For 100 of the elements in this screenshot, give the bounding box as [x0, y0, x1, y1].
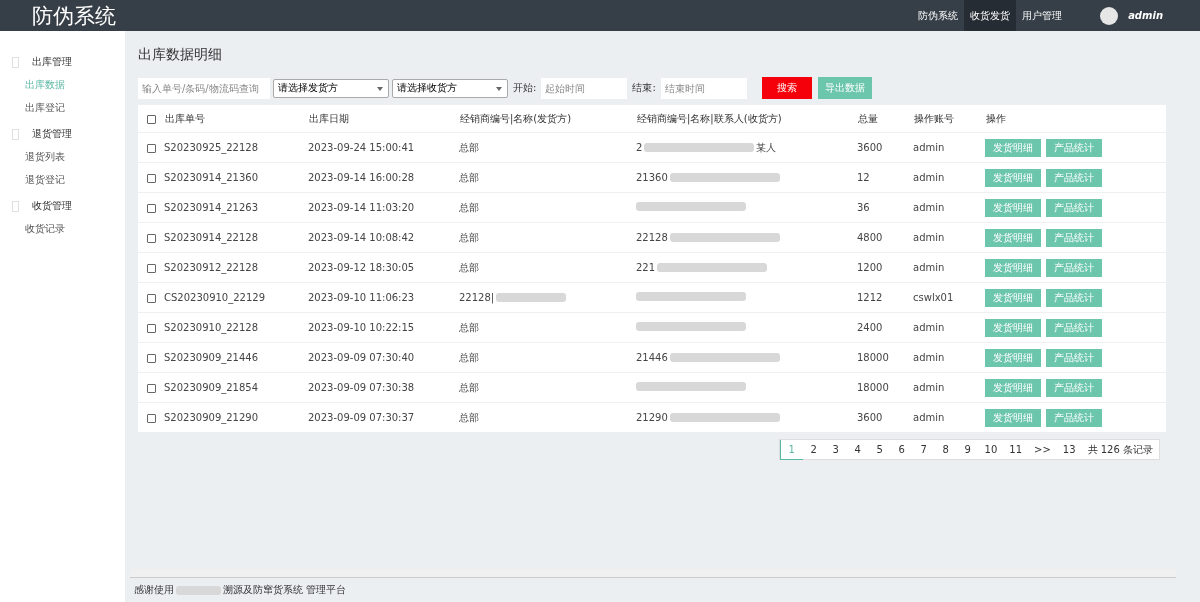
search-field[interactable]: 输入单号/条码/物流码查询: [138, 77, 270, 99]
page-link[interactable]: 8: [934, 440, 957, 459]
row-checkbox[interactable]: [146, 263, 156, 273]
page-link[interactable]: 3: [824, 440, 847, 459]
table-cell: 总部: [459, 200, 479, 215]
table-cell: 总部: [459, 320, 479, 335]
table-cell: S20230909_21854: [164, 372, 308, 403]
table-cell: S20230909_21446: [164, 342, 308, 373]
end-date-field[interactable]: 结束时间: [660, 77, 747, 99]
table-cell: 18000: [857, 372, 913, 403]
row-checkbox[interactable]: [146, 383, 156, 393]
horizontal-scrollbar[interactable]: [130, 569, 1176, 578]
table-cell: CS20230910_22129: [164, 282, 308, 313]
table-cell: 22128: [636, 232, 668, 243]
page-title: 出库数据明细: [138, 46, 223, 64]
page-link[interactable]: 2: [802, 440, 825, 459]
row-checkbox[interactable]: [146, 323, 156, 333]
sidebar-item[interactable]: 退货登记: [25, 172, 125, 187]
table-cell: 2023-09-10 11:06:23: [308, 282, 459, 313]
table-cell: 总部: [459, 230, 479, 245]
table-cell: 36: [857, 192, 913, 223]
table-cell: 2400: [857, 312, 913, 343]
receiver-select[interactable]: 请选择收货方: [392, 78, 508, 98]
column-header: 操作: [985, 105, 1166, 133]
page-link[interactable]: 7: [912, 440, 935, 459]
column-header: 经销商编号|名称|联系人(收货方): [636, 105, 857, 133]
sender-select[interactable]: 请选择发货方: [273, 78, 389, 98]
row-checkbox[interactable]: [146, 143, 156, 153]
table-cell: 3600: [857, 132, 913, 163]
column-header: 出库单号: [164, 105, 308, 133]
page-link[interactable]: 6: [890, 440, 913, 459]
sidebar-group[interactable]: 退货管理: [32, 127, 72, 141]
table-cell: 2023-09-14 16:00:28: [308, 162, 459, 193]
table-cell: 2: [636, 142, 643, 153]
table-cell: 12: [857, 162, 913, 193]
table-cell: 某人: [756, 140, 777, 155]
table-cell: 2023-09-10 10:22:15: [308, 312, 459, 343]
table-cell: 21290: [636, 412, 668, 423]
table-cell: 总部: [459, 260, 479, 275]
list-icon: [12, 128, 19, 140]
table-cell: 总部: [459, 170, 479, 185]
page-link[interactable]: 4: [846, 440, 869, 459]
row-checkbox[interactable]: [146, 413, 156, 423]
table-cell: 2023-09-09 07:30:37: [308, 402, 459, 432]
footer-text: 感谢使用: [134, 583, 174, 597]
search-button[interactable]: 搜索: [761, 77, 812, 99]
row-checkbox[interactable]: [146, 353, 156, 363]
table-cell: 18000: [857, 342, 913, 373]
page-link[interactable]: 10: [978, 440, 1004, 459]
sidebar-group[interactable]: 收货管理: [32, 199, 72, 213]
table-cell: S20230909_21290: [164, 402, 308, 432]
table-cell: 总部: [459, 350, 479, 365]
table-cell: 221: [636, 262, 656, 273]
start-date-field[interactable]: 起始时间: [541, 77, 628, 99]
sidebar-item[interactable]: 退货列表: [25, 149, 125, 164]
table-cell: 1212: [857, 282, 913, 313]
table-cell: 2023-09-24 15:00:41: [308, 132, 459, 163]
avatar-icon[interactable]: [1100, 6, 1119, 25]
table-cell: 总部: [459, 410, 479, 425]
app-title: 防伪系统: [32, 2, 117, 30]
footer-text: 溯源及防窜货系统 管理平台: [223, 583, 347, 597]
column-header: 经销商编号|名称(发货方): [459, 105, 636, 133]
table-cell: 21360: [636, 172, 668, 183]
end-label: 结束:: [632, 81, 656, 95]
table-cell: S20230914_21263: [164, 192, 308, 223]
select-all-checkbox[interactable]: [146, 114, 156, 124]
row-checkbox[interactable]: [146, 203, 156, 213]
page-link[interactable]: 5: [868, 440, 891, 459]
list-icon: [12, 56, 19, 68]
nav-tab[interactable]: 防伪系统: [912, 0, 965, 31]
table-cell: 2023-09-12 18:30:05: [308, 252, 459, 283]
table-cell: 22128|: [459, 292, 495, 303]
table-cell: S20230925_22128: [164, 132, 308, 163]
user-name[interactable]: admin: [1128, 10, 1163, 21]
column-header: 操作账号: [913, 105, 985, 133]
row-checkbox[interactable]: [146, 173, 156, 183]
table-cell: 总部: [459, 140, 479, 155]
table-cell: 21446: [636, 352, 668, 363]
table-cell: 总部: [459, 380, 479, 395]
page-link[interactable]: 11: [1003, 440, 1029, 459]
table-cell: S20230914_21360: [164, 162, 308, 193]
page-link[interactable]: >>: [1028, 440, 1057, 459]
table-cell: 4800: [857, 222, 913, 253]
table-cell: 2023-09-14 10:08:42: [308, 222, 459, 253]
list-icon: [12, 200, 19, 212]
table-cell: S20230914_22128: [164, 222, 308, 253]
table-cell: 3600: [857, 402, 913, 432]
column-header: 总量: [857, 105, 913, 133]
row-checkbox[interactable]: [146, 233, 156, 243]
row-checkbox[interactable]: [146, 293, 156, 303]
page-link[interactable]: 9: [956, 440, 979, 459]
table-cell: 1200: [857, 252, 913, 283]
sidebar-item[interactable]: 出库登记: [25, 100, 125, 115]
sidebar-group[interactable]: 出库管理: [32, 55, 72, 69]
page-link[interactable]: 13: [1056, 440, 1082, 459]
table-cell: S20230910_22128: [164, 312, 308, 343]
nav-tab[interactable]: 收货发货: [964, 0, 1017, 31]
nav-tab[interactable]: 用户管理: [1016, 0, 1069, 31]
record-count: 共 126 条记录: [1086, 443, 1154, 457]
sidebar-item[interactable]: 收货记录: [25, 221, 125, 236]
